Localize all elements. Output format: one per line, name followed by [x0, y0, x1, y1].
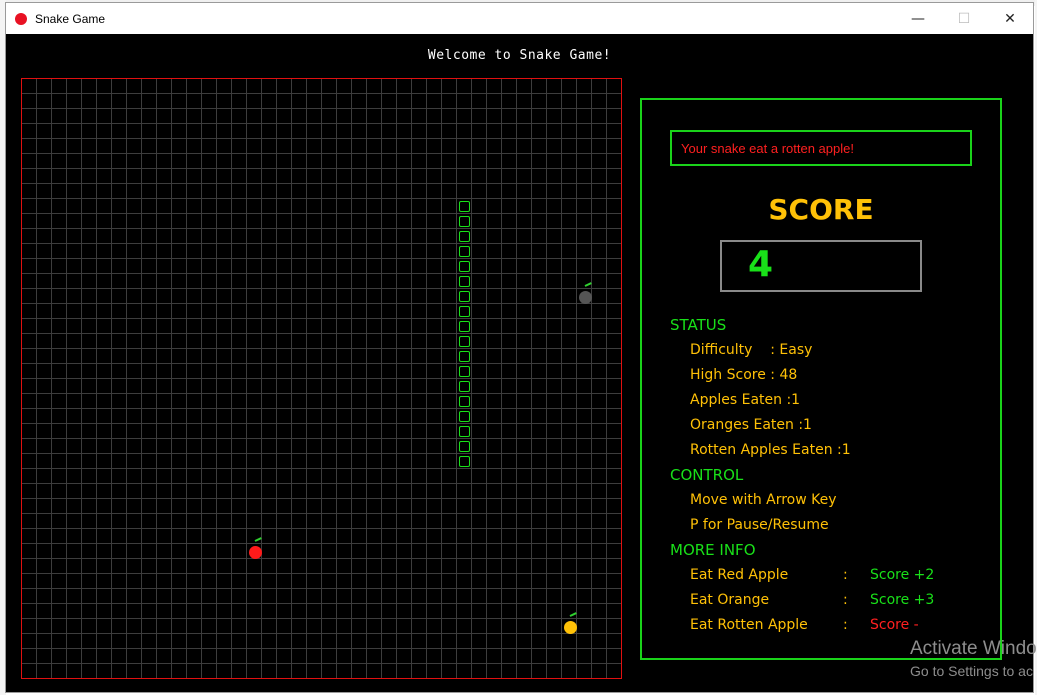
snake-segment — [459, 411, 470, 422]
red-apple-icon — [248, 536, 262, 559]
game-board[interactable] — [21, 78, 622, 679]
status-message: Your snake eat a rotten apple! — [670, 130, 972, 166]
app-icon — [15, 12, 27, 25]
info-colon: : — [843, 567, 848, 583]
info-label-rotten-apple: Eat Rotten Apple — [690, 617, 808, 633]
snake-segment — [459, 456, 470, 467]
info-value-orange: Score +3 — [870, 592, 935, 608]
snake-segment — [459, 291, 470, 302]
window-controls: — ☐ ✕ — [895, 3, 1033, 34]
snake-segment — [459, 366, 470, 377]
welcome-banner: Welcome to Snake Game! — [427, 48, 612, 63]
oranges-eaten-text: Oranges Eaten :1 — [690, 417, 812, 433]
snake-segment — [459, 381, 470, 392]
snake-segment — [459, 276, 470, 287]
activate-windows-watermark: Activate Windo — [910, 638, 1037, 659]
info-value-red-apple: Score +2 — [870, 567, 935, 583]
snake-head — [459, 201, 470, 212]
difficulty-text: Difficulty : Easy — [690, 342, 813, 358]
snake-segment — [459, 231, 470, 242]
info-value-rotten-apple: Score - — [870, 617, 919, 633]
snake-segment — [459, 351, 470, 362]
fruit-stem — [584, 281, 592, 287]
score-title: SCORE — [768, 193, 874, 226]
more-info-heading: MORE INFO — [670, 541, 756, 559]
window-title: Snake Game — [35, 11, 106, 26]
maximize-icon[interactable]: ☐ — [941, 3, 987, 34]
snake-segment — [459, 336, 470, 347]
snake-segment — [459, 426, 470, 437]
activate-windows-subtext: Go to Settings to ac — [910, 663, 1033, 679]
snake-segment — [459, 306, 470, 317]
orange-icon — [563, 611, 577, 634]
score-box: 4 — [720, 240, 922, 292]
snake-segment — [459, 261, 470, 272]
info-panel: Your snake eat a rotten apple! SCORE 4 S… — [640, 98, 1002, 660]
fruit-stem — [254, 536, 262, 542]
info-label-orange: Eat Orange — [690, 592, 770, 608]
info-label-red-apple: Eat Red Apple — [690, 567, 789, 583]
rotten-apple-icon — [578, 281, 592, 304]
rotten-eaten-text: Rotten Apples Eaten :1 — [690, 442, 851, 458]
snake-segment — [459, 441, 470, 452]
snake-segment — [459, 396, 470, 407]
info-colon: : — [843, 617, 848, 633]
snake-game-window: Snake Game — ☐ ✕ Welcome to Snake Game! … — [5, 2, 1034, 693]
snake-segment — [459, 216, 470, 227]
high-score-text: High Score : 48 — [690, 367, 798, 383]
title-bar[interactable]: Snake Game — ☐ ✕ — [6, 3, 1033, 34]
close-icon[interactable]: ✕ — [987, 3, 1033, 34]
control-heading: CONTROL — [670, 466, 744, 484]
info-colon: : — [843, 592, 848, 608]
status-heading: STATUS — [670, 316, 727, 334]
control-pause-text: P for Pause/Resume — [690, 517, 829, 533]
minimize-icon[interactable]: — — [895, 3, 941, 34]
score-value: 4 — [748, 244, 774, 285]
fruit-stem — [569, 611, 577, 617]
control-move-text: Move with Arrow Key — [690, 492, 837, 508]
snake-segment — [459, 246, 470, 257]
apples-eaten-text: Apples Eaten :1 — [690, 392, 801, 408]
snake-segment — [459, 321, 470, 332]
